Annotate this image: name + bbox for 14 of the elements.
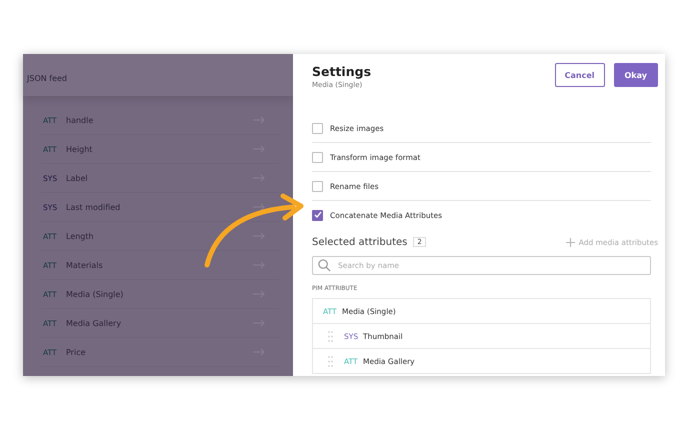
cancel-button[interactable]: Cancel xyxy=(554,63,604,87)
checkbox[interactable] xyxy=(312,210,323,220)
plus-icon xyxy=(566,238,575,246)
checkbox[interactable] xyxy=(312,152,323,162)
checkbox[interactable] xyxy=(312,180,323,192)
settings-title: Settings xyxy=(312,64,372,79)
search-icon xyxy=(318,259,331,272)
checkbox[interactable] xyxy=(312,122,323,134)
section-heading: Selected attributes xyxy=(312,236,408,248)
arrow-icon xyxy=(253,203,265,211)
okay-button[interactable]: Okay xyxy=(614,63,658,87)
drag-handle-icon[interactable] xyxy=(328,356,333,366)
drag-handle-icon[interactable] xyxy=(328,330,333,342)
panel-title: JSON feed xyxy=(27,74,67,83)
